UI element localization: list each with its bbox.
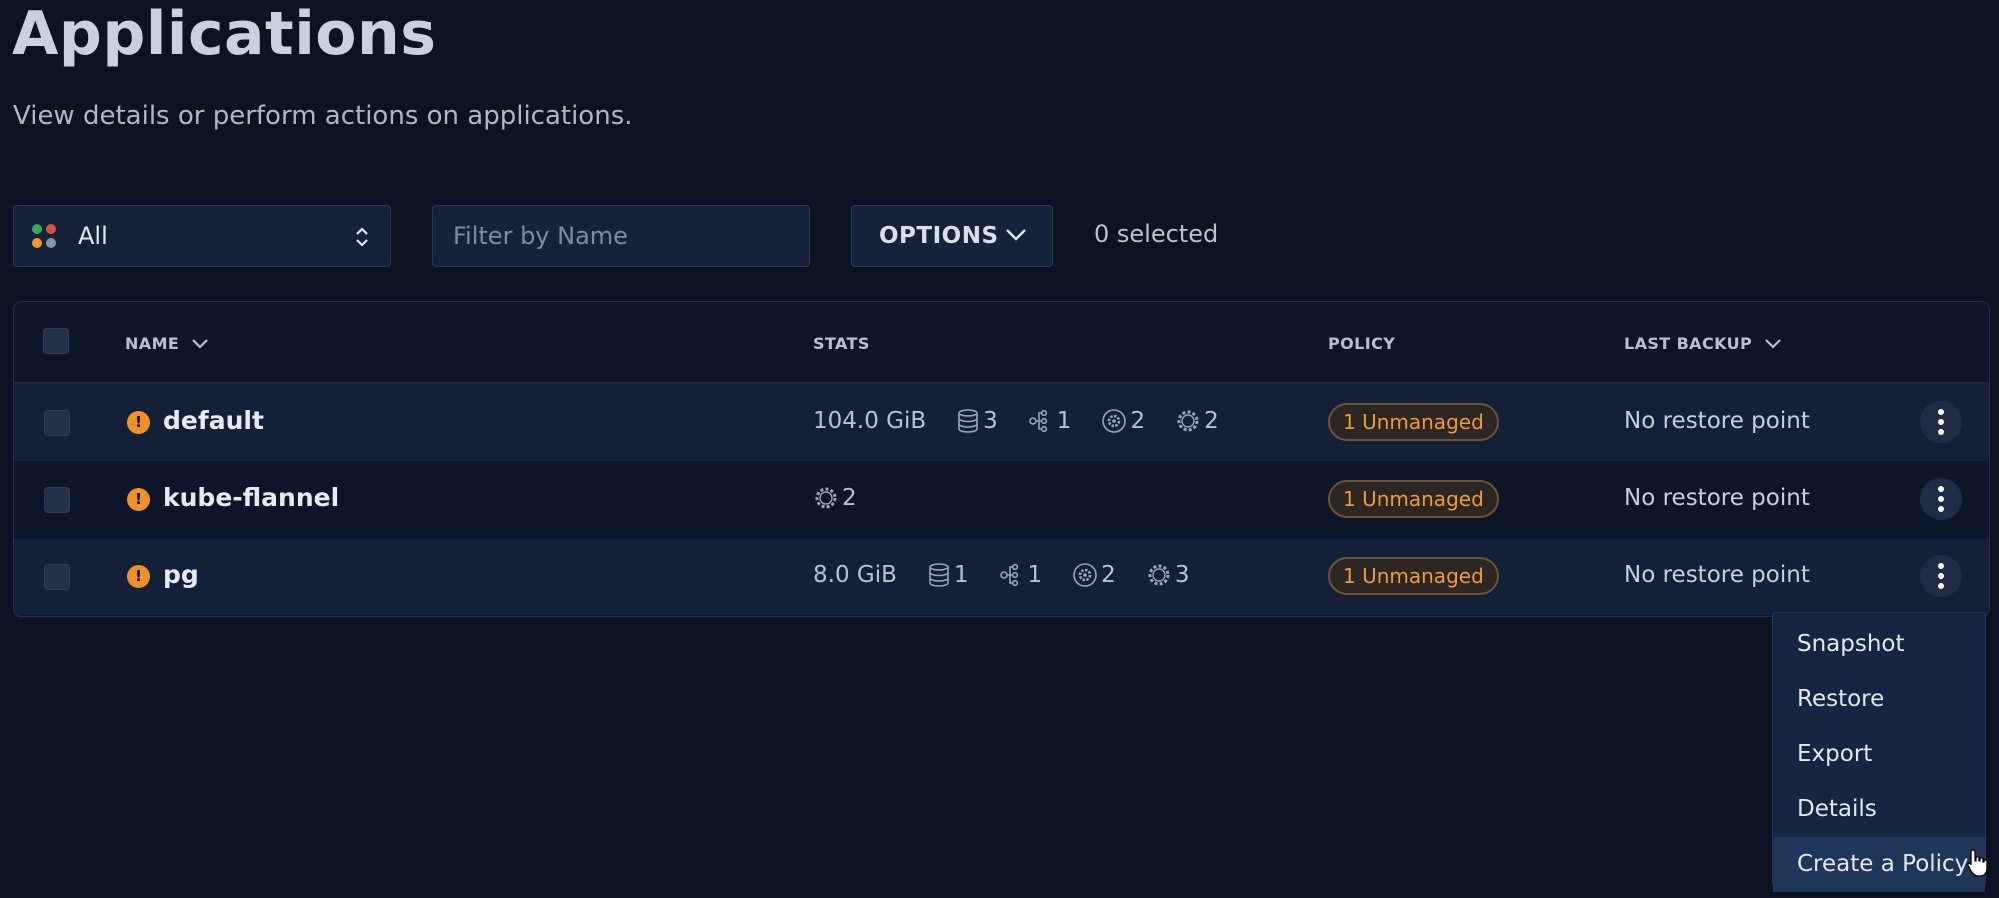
database-icon [958,409,978,433]
stat-secrets: 2 [1101,408,1145,434]
stat-volumes-value: 1 [953,562,969,588]
network-icon [999,563,1018,587]
warning-icon: ! [127,411,150,434]
namespace-select[interactable]: All [13,205,391,267]
stat-secrets: 2 [1072,562,1116,588]
applications-table: NAME STATS POLICY LAST BACKUP ! default … [13,301,1990,617]
stat-volumes: 3 [956,408,998,434]
app-stats: 2 [813,485,887,511]
table-header: NAME STATS POLICY LAST BACKUP [14,302,1989,384]
column-header-policy: POLICY [1328,334,1395,353]
database-icon [929,563,949,587]
stat-volumes: 1 [927,562,969,588]
namespace-dots-icon [32,224,56,248]
row-actions-button[interactable] [1920,478,1962,520]
stat-volumes-value: 3 [983,408,998,434]
gear-icon [1148,564,1170,586]
chevron-down-icon [192,339,209,349]
secret-gear-icon [1102,409,1127,433]
stat-configs-value: 2 [842,485,857,511]
column-header-name[interactable]: NAME [125,334,209,353]
selected-count: 0 selected [1094,220,1219,248]
app-name[interactable]: default [163,406,264,435]
menu-item-snapshot[interactable]: Snapshot [1773,617,1985,672]
app-name[interactable]: kube-flannel [163,483,339,512]
last-backup: No restore point [1624,408,1810,434]
policy-badge: 1 Unmanaged [1328,557,1499,595]
column-header-last-backup-label: LAST BACKUP [1624,334,1753,353]
app-stats: 8.0 GiB 1 1 2 3 [813,562,1219,588]
policy-badge: 1 Unmanaged [1328,403,1499,441]
table-row[interactable]: ! pg 8.0 GiB 1 1 2 3 1 Unmanaged No rest… [14,538,1989,615]
row-actions-button[interactable] [1920,555,1962,597]
stat-secrets-value: 2 [1130,408,1146,434]
menu-item-create-policy[interactable]: Create a Policy [1773,837,1985,892]
stat-configs: 3 [1146,562,1190,588]
menu-item-details[interactable]: Details [1773,782,1985,837]
page-subtitle: View details or perform actions on appli… [13,101,633,131]
up-down-chevron-icon [356,227,368,247]
column-header-policy-label: POLICY [1328,334,1396,353]
stat-services: 1 [999,562,1043,588]
applications-page: Applications View details or perform act… [0,0,1999,898]
last-backup: No restore point [1624,562,1810,588]
row-actions-menu: Snapshot Restore Export Details Create a… [1772,612,1986,892]
select-all-checkbox[interactable] [43,328,69,354]
warning-icon: ! [127,565,150,588]
stat-services: 1 [1028,408,1072,434]
options-button[interactable]: OPTIONS [851,205,1053,267]
column-header-last-backup[interactable]: LAST BACKUP [1624,334,1782,353]
secret-gear-icon [1073,563,1097,587]
stat-secrets-value: 2 [1101,562,1116,588]
app-name[interactable]: pg [163,560,199,589]
column-header-stats: STATS [813,334,870,353]
table-row[interactable]: ! kube-flannel 2 1 Unmanaged No restore … [14,461,1989,538]
chevron-down-icon [1765,339,1781,349]
table-row[interactable]: ! default 104.0 GiB 3 1 2 2 1 Unmanaged … [14,384,1989,461]
filter-by-name-input[interactable] [432,205,810,267]
row-checkbox[interactable] [44,564,70,590]
stat-configs: 2 [813,485,857,511]
stat-configs-value: 3 [1174,562,1190,588]
options-button-label: OPTIONS [879,223,999,249]
stat-configs: 2 [1175,408,1219,434]
stat-services-value: 1 [1056,408,1072,434]
last-backup: No restore point [1624,485,1810,511]
gear-icon [815,487,837,509]
stat-size: 8.0 GiB [813,562,897,588]
column-header-stats-label: STATS [813,334,870,353]
stat-size: 104.0 GiB [813,408,927,434]
row-actions-button[interactable] [1920,401,1962,443]
network-icon [1028,409,1047,433]
hand-cursor-icon [1967,849,1988,877]
row-checkbox[interactable] [44,487,70,513]
warning-icon: ! [127,488,150,511]
row-checkbox[interactable] [44,410,70,436]
app-stats: 104.0 GiB 3 1 2 2 [813,408,1249,434]
stat-services-value: 1 [1027,562,1043,588]
stat-configs-value: 2 [1204,408,1219,434]
page-title: Applications [12,0,437,69]
namespace-select-value: All [78,222,108,250]
gear-icon [1177,410,1199,432]
policy-badge: 1 Unmanaged [1328,480,1499,518]
column-header-name-label: NAME [125,334,180,353]
chevron-down-icon [1006,229,1026,241]
menu-item-restore[interactable]: Restore [1773,672,1985,727]
menu-item-export[interactable]: Export [1773,727,1985,782]
